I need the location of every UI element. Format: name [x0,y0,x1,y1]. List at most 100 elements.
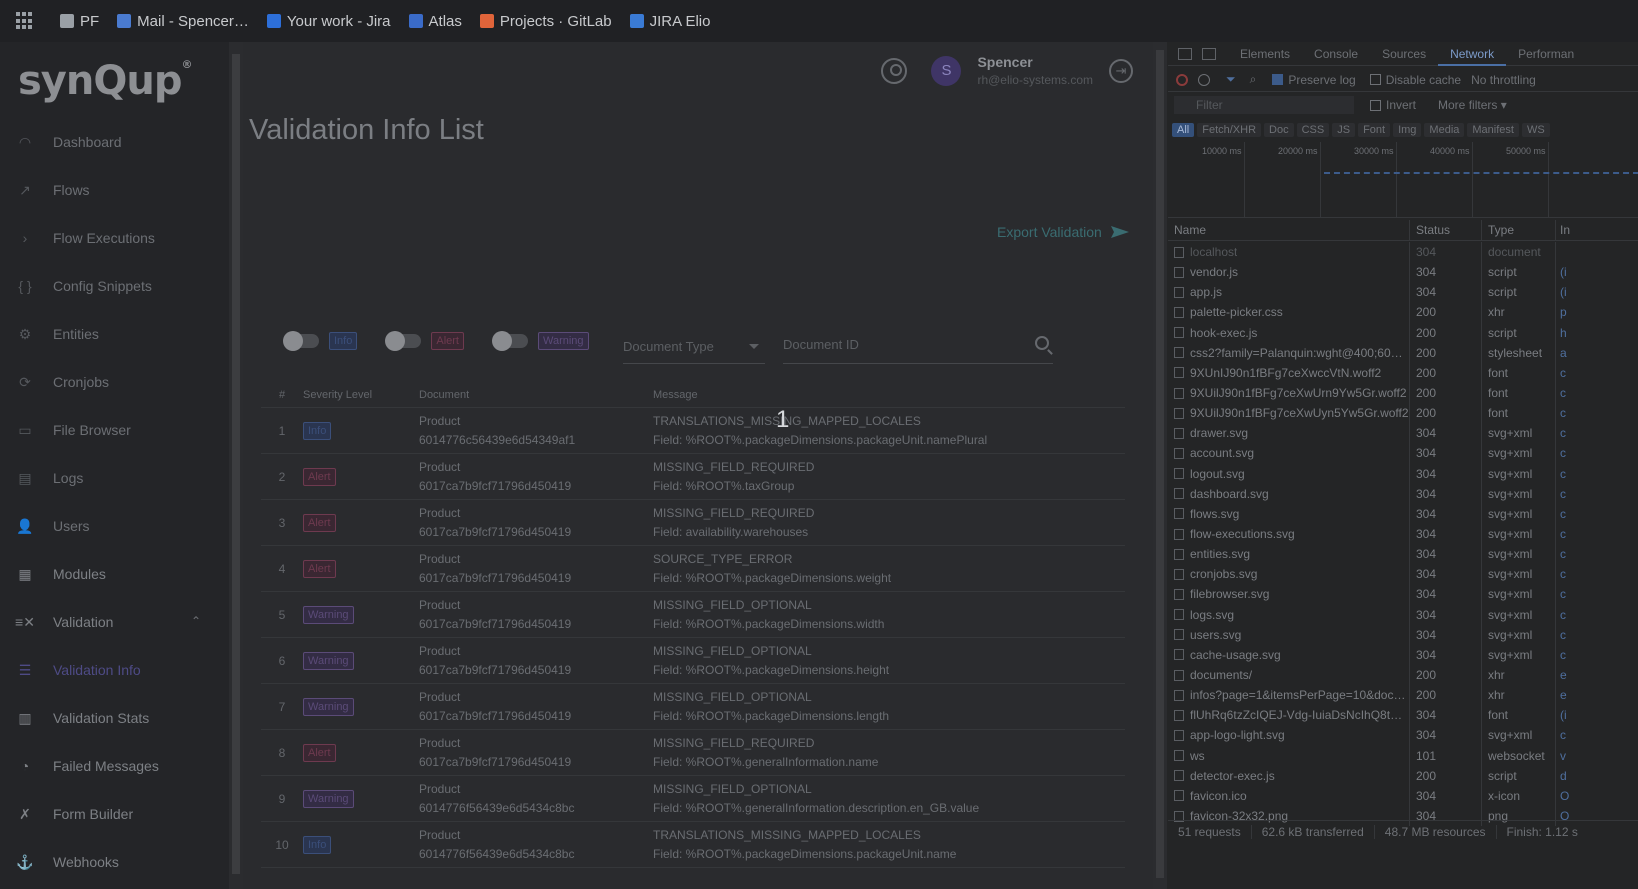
invert-checkbox[interactable] [1370,99,1381,111]
document-id-input[interactable]: Document ID [783,332,1053,364]
col-name[interactable]: Name [1168,220,1410,240]
document-id[interactable]: 6017ca7b9fcf71796d450419 [419,477,653,496]
bookmark-item[interactable]: Your work - Jira [266,13,391,30]
request-initiator[interactable]: v [1556,746,1638,766]
throttling-select[interactable]: No throttling [1471,73,1536,87]
chevron-up-icon[interactable]: ⌃ [191,614,201,628]
disable-cache-checkbox[interactable] [1369,74,1381,85]
document-id[interactable]: 6017ca7b9fcf71796d450419 [419,569,653,588]
table-row[interactable]: 8 Alert Product 6017ca7b9fcf71796d450419 MIS… [261,730,1125,776]
document-id[interactable]: 6017ca7b9fcf71796d450419 [419,615,653,634]
request-initiator[interactable]: d [1556,766,1638,786]
request-row[interactable]: localhost 304 document [1168,242,1638,263]
request-row[interactable]: drawer.svg 304 svg+xml c [1168,423,1638,444]
request-row[interactable]: 9XUnIJ90n1fBFg7ceXwccVtN.woff2 200 font c [1168,362,1638,383]
preserve-log-checkbox[interactable] [1272,74,1284,85]
device-toolbar-icon[interactable] [1202,47,1216,60]
request-initiator[interactable]: h [1556,323,1638,343]
sidebar-item-config-snippets[interactable]: { } Config Snippets [0,262,229,310]
request-row[interactable]: flow-executions.svg 304 svg+xml c [1168,523,1638,545]
request-initiator[interactable]: c [1556,584,1638,604]
bookmark-item[interactable]: Atlas [408,13,462,30]
search-network-icon[interactable]: ⌕ [1250,72,1257,87]
table-row[interactable]: 5 Warning Product 6017ca7b9fcf71796d450419 M… [261,592,1125,638]
sidebar-item-validation-stats[interactable]: ▥ Validation Stats [0,694,229,742]
sidebar-item-modules[interactable]: ▦ Modules [0,550,229,598]
sidebar-item-webhooks[interactable]: ⚓ Webhooks [0,838,229,886]
export-validation-button[interactable]: Export Validation [997,224,1130,240]
table-row[interactable]: 6 Warning Product 6017ca7b9fcf71796d450419 M… [261,638,1125,684]
request-row[interactable]: cronjobs.svg 304 svg+xml c [1168,564,1638,585]
request-row[interactable]: css2?family=Palanquin:wght@400;600;… 200 s… [1168,342,1638,363]
request-row[interactable]: entities.svg 304 svg+xml c [1168,544,1638,565]
request-initiator[interactable]: c [1556,564,1638,584]
request-row[interactable]: flows.svg 304 svg+xml c [1168,503,1638,524]
bookmark-item[interactable]: JIRA Elio [629,13,710,30]
request-initiator[interactable] [1556,242,1638,262]
network-timeline[interactable]: 10000 ms 20000 ms 30000 ms 40000 ms 50000 ms [1168,142,1638,218]
sidebar-item-dashboard[interactable]: ◠ Dashboard [0,118,229,166]
request-row[interactable]: dashboard.svg 304 svg+xml c [1168,483,1638,504]
request-initiator[interactable]: c [1556,464,1638,484]
request-initiator[interactable]: a [1556,343,1638,363]
tab-elements[interactable]: Elements [1228,42,1302,66]
request-initiator[interactable]: c [1556,443,1638,463]
request-initiator[interactable]: (i [1556,262,1638,282]
filter-chip-font[interactable]: Font [1358,123,1391,137]
sidebar-scrollbar[interactable] [229,42,243,889]
sidebar-item-failed-messages[interactable]: ◔ Failed Messages [0,742,229,790]
request-row[interactable]: app.js 304 script (i [1168,282,1638,303]
request-row[interactable]: palette-picker.css 200 xhr p [1168,302,1638,323]
request-row[interactable]: logout.svg 304 svg+xml c [1168,463,1638,484]
record-icon[interactable] [1176,73,1188,86]
logout-icon[interactable]: ⇥ [1109,58,1133,83]
request-initiator[interactable]: c [1556,423,1638,443]
sidebar-item-users[interactable]: 👤 Users [0,502,229,550]
request-row[interactable]: documents/200 xhr e [1168,664,1638,686]
table-row[interactable]: 1 Info Product 6014776c56439e6d54349af1 TRAN… [261,408,1125,454]
filter-icon[interactable]: ⏷ [1226,72,1236,87]
sidebar-item-validation[interactable]: ≡✕ Validation ⌃ [0,598,229,646]
filter-chip-js[interactable]: JS [1332,123,1356,137]
inspect-element-icon[interactable] [1178,47,1192,60]
request-initiator[interactable]: (i [1556,705,1638,725]
search-icon[interactable] [1035,336,1049,350]
document-id[interactable]: 6017ca7b9fcf71796d450419 [419,707,653,726]
request-initiator[interactable]: c [1556,725,1638,745]
filter-chip-ws[interactable]: WS [1521,123,1550,137]
request-row[interactable]: cache-usage.svg 304 svg+xml c [1168,644,1638,665]
col-initiator[interactable]: In [1556,220,1638,240]
request-initiator[interactable]: c [1556,504,1638,524]
request-row[interactable]: 9XUilJ90n1fBFg7ceXwUyn5Yw5Gr.woff2 200 fon… [1168,403,1638,424]
request-initiator[interactable]: c [1556,383,1638,403]
tab-console[interactable]: Console [1302,42,1370,66]
request-row[interactable]: users.svg 304 svg+xml c [1168,624,1638,645]
filter-chip-media[interactable]: Media [1424,123,1465,137]
sidebar-item-flows[interactable]: ↗ Flows [0,166,229,214]
request-initiator[interactable]: p [1556,302,1638,322]
request-row[interactable]: app-logo-light.svg 304 svg+xml c [1168,725,1638,746]
document-id[interactable]: 6017ca7b9fcf71796d450419 [419,523,653,542]
request-initiator[interactable]: e [1556,665,1638,685]
request-initiator[interactable]: c [1556,605,1638,625]
filter-chip-img[interactable]: Img [1393,123,1422,137]
table-row[interactable]: 2 Alert Product 6017ca7b9fcf71796d450419 MIS… [261,454,1125,500]
tab-network[interactable]: Network [1438,42,1507,66]
request-row[interactable]: filebrowser.svg 304 svg+xml c [1168,584,1638,605]
request-initiator[interactable]: c [1556,625,1638,645]
apps-grid-icon[interactable] [16,12,34,30]
table-row[interactable]: 3 Alert Product 6017ca7b9fcf71796d450419 MIS… [261,500,1125,546]
request-row[interactable]: account.svg 304 svg+xml c [1168,443,1638,464]
request-row[interactable]: favicon.ico 304 x-icon O [1168,785,1638,806]
document-type-select[interactable]: Document Type [623,332,765,364]
document-id[interactable]: 6017ca7b9fcf71796d450419 [419,661,653,680]
request-row[interactable]: infos?page=1&itemsPerPage=10&docu… 200 xhr… [1168,685,1638,706]
sidebar-item-validation-info[interactable]: ☰ Validation Info [0,646,229,694]
request-initiator[interactable]: e [1556,685,1638,705]
bookmark-item[interactable]: Mail - Spencer… [117,13,249,30]
request-initiator[interactable]: O [1556,786,1638,806]
filter-chip-doc[interactable]: Doc [1264,123,1294,137]
col-type[interactable]: Type [1482,220,1556,240]
request-initiator[interactable]: (i [1556,282,1638,302]
request-row[interactable]: logs.svg 304 svg+xml c [1168,604,1638,625]
